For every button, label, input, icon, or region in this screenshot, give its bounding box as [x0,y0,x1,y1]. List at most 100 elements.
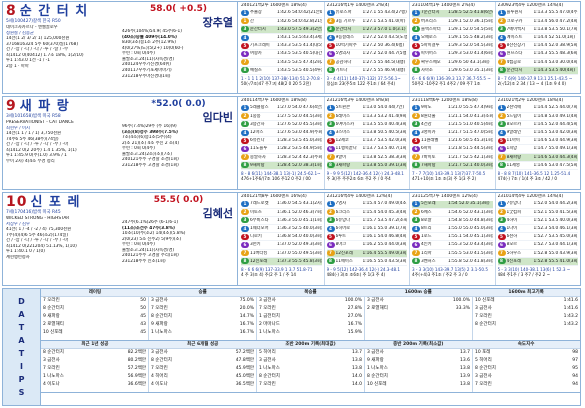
result-horse: 11에이스 [335,258,353,264]
data-tips-name: 7 오라킨 [475,314,492,319]
jockey-box: 58.0( +0.5) 장추열 426주(104%)54.9( 45주/6-1) (4… [120,2,237,93]
data-tips-name: 7 오라킨 [475,382,492,387]
race-record: 231216백4루 1400랜프 12%(4) 1 7영자 1:15.4 57.0 4… [325,193,410,285]
data-tips-value: 57.2백만 [127,366,146,371]
horse-subtitle: 7세(170416)밤색 미국 R45 [6,210,61,215]
result-time: 1:36.3 52.5 40.0(3회) [277,225,322,231]
place-badge: 6 [412,146,420,153]
result-row: 1 유로스파 1:27.1 55 43.4(27행) [326,10,407,18]
result-time: 1:55.3 52.0 43.4(3회) [448,242,493,248]
result-time: 1:13.3 55.5 47.0(4주) [533,10,579,16]
result-time: 1:43.1 53.5:43.4(3세) [277,34,322,40]
result-time: 1:52.1 53.5 40.0(3회) [533,217,579,223]
result-horse: 6루트 [335,234,347,240]
result-row: 3 4건강 1:21.5 51.0 40.5(4회) [412,121,493,130]
place-badge: 5 [497,137,506,144]
data-tips-value: 13.6 [459,358,470,363]
result-horse: 7유망다 [506,201,522,207]
result-horse: 8찬진장기 [506,43,526,49]
result-horse: 9새파랑 [250,162,265,168]
result-row: 6 파이어스 1:29.3 53.0 41.4(6회) [412,50,493,59]
data-tips-value: 45.9백만 [235,366,254,371]
result-horse: 4인키 [421,242,432,248]
horse-info: PRESERVATIONIST - CAT DANCE 최현우 / 이시 14전(1… [6,120,118,165]
place-badge: 2 [241,209,249,216]
data-tips-row: 7 오라킨 94 [475,381,578,389]
place-badge: 7 [412,59,420,66]
place-badge: 5 [412,137,420,144]
race-record-title: 240121백2루 1600랜프 18%(4) [241,3,307,8]
race-record-title: 231216백3루 1400랜프 8%(8) [326,98,390,103]
data-tips-value: 97 [572,358,578,363]
place-badge: 5 [241,233,249,240]
result-row: 4 에이스트 1:14.4 52 51.0(1회) [497,34,578,43]
result-time: 1:27.1 55 43.4(27행) [362,10,407,16]
result-row: 1 7순간터치 1:28.5 52.5 41.8(6안4) [412,9,493,18]
result-horse: 4건강 [421,121,432,127]
result-horse: 5명의자 [335,51,351,57]
data-tips-header-cell: 종반 200m 기록(최소값) [393,342,444,347]
data-tips-name: 8 순간터치 [475,366,496,371]
data-tips-header-cell: 1600m 승률 [404,290,432,295]
race-record: 231216백1루 1400랜프 2%(4) 1 유로스파 1:27.1 55 43.… [325,2,410,93]
result-horse: 8마크 [335,242,347,248]
result-row: 7 1:43.5 53.5 47.4(2회2) [241,59,322,67]
pace-note: 484 주1주 / 3 주7 / 주2 2 ~ [497,272,551,278]
result-horse: 8트리 [421,225,432,231]
result-horse: 11버터킹 [250,250,268,256]
horse-name-text: 순 간 터 치 [19,4,89,19]
data-tips-column: 3 금전사 75.0% 7 오라킨 20.0% 8 순간터치 14.7% 9 새파랑 16.7… [149,297,257,340]
result-time: 1:37.0 55.0 49.5(3회) [277,250,322,256]
place-badge: 5 [241,42,249,49]
result-horse: 추출장 [250,10,262,16]
jockey-name: 김혜선 [202,207,233,220]
data-tips-row: 7 오라킨 20.0% [151,305,254,313]
result-horse: 8원더풀 [421,113,436,119]
place-badge: 6 [326,242,335,249]
result-row: 6 8마크 1:16.2 55.0 44.0(3회) [326,241,407,250]
result-horse: 블랙스마터 [421,26,441,32]
data-tips-value: 13.9 [459,374,470,379]
data-tips-row: 8 순간터치 14.0 [259,373,362,381]
data-tips-header-cell: 복승률 [304,290,317,295]
data-tips-label: DATATIPS [3,289,41,405]
data-tips-row: 10 신포레 45 [43,329,146,337]
result-row: 3 6여이스카 1:13.5 55.0 40.4(3회) [326,121,407,130]
data-tips-name: 7 오라킨 [259,382,276,387]
horse-panel: 10 신 포 레 7세(170416)밤색 미국 R45 WICKED STRONG … [2,192,581,286]
result-time: 1:27.5 55 46.9(내행) [362,67,406,73]
weight: *52.0( 0.0) [120,99,237,110]
result-row: 3 3승간자 1:27.6 52.0 45.5(3회) [241,121,322,130]
race-records: 240121백8루 1600랜프 16%(4) 1 7레드로켓 1:36.0 54.5… [239,193,580,285]
result-time: 1:21.5 51.0 40.5(4회) [448,121,493,127]
place-badge: 6 [241,51,249,58]
data-tips-column: 5 히어리 13.7 3 금전사 13.8 1 나노마스 13.8 8 순간터치 14.0 7 … [257,349,365,392]
result-row: 8 예실즈 1:43.5 53.5 40.5(4루) [241,67,322,75]
place-badge: 5 [497,42,506,49]
result-time: 1:13.4 56.0 47.2(4회) [533,18,579,24]
result-time: 1:43.0 57.5 49.3(2안) [277,26,322,32]
result-horse: 11원레벨 [421,138,439,144]
place-badge: 4 [497,129,506,136]
jockey-info-line: 231218우주마신경대1회) [122,73,171,79]
place-badge: 1 [241,18,249,25]
pace-note: 4주(+4)3 주1조 / 주2 주 3 / 0 [412,272,468,278]
result-time: 1:37.0 52.0 49.3(3회) [277,242,322,248]
result-row: 3 순간터치 1:43.0 57.5 49.3(2안) [241,25,322,35]
place-badge: 2 [497,209,506,216]
place-badge: 3 [497,26,506,33]
weight: 58.0( +0.5) [120,4,237,15]
result-horse: 1나이 [506,225,518,231]
horse-name: 9새 파 랑 [6,98,70,116]
result-time: 1:55.1 54.0 45.1(3회) [448,234,493,240]
place-badge: 3 [326,26,335,33]
result-horse: 버프리스 [421,18,437,24]
result-horse: 11세영 [506,162,520,168]
data-tips-row: 10 신포레 13.8 [367,381,470,389]
data-tips-value: 43 [140,322,146,327]
result-row: 3 6무비스타 1:36.3 55.0 45.1(1회) [241,217,322,226]
result-row: 4 3명이카 1:21.7 51.5 47.0(5회) [412,129,493,138]
result-row: 4 1나이 1:52.3 54.0 46.1(3회) [497,225,578,234]
weight-value: 58.0( +0.5) [149,4,208,14]
race-record-title: 240114백7루 1600랜프 18%(8) [241,98,307,103]
